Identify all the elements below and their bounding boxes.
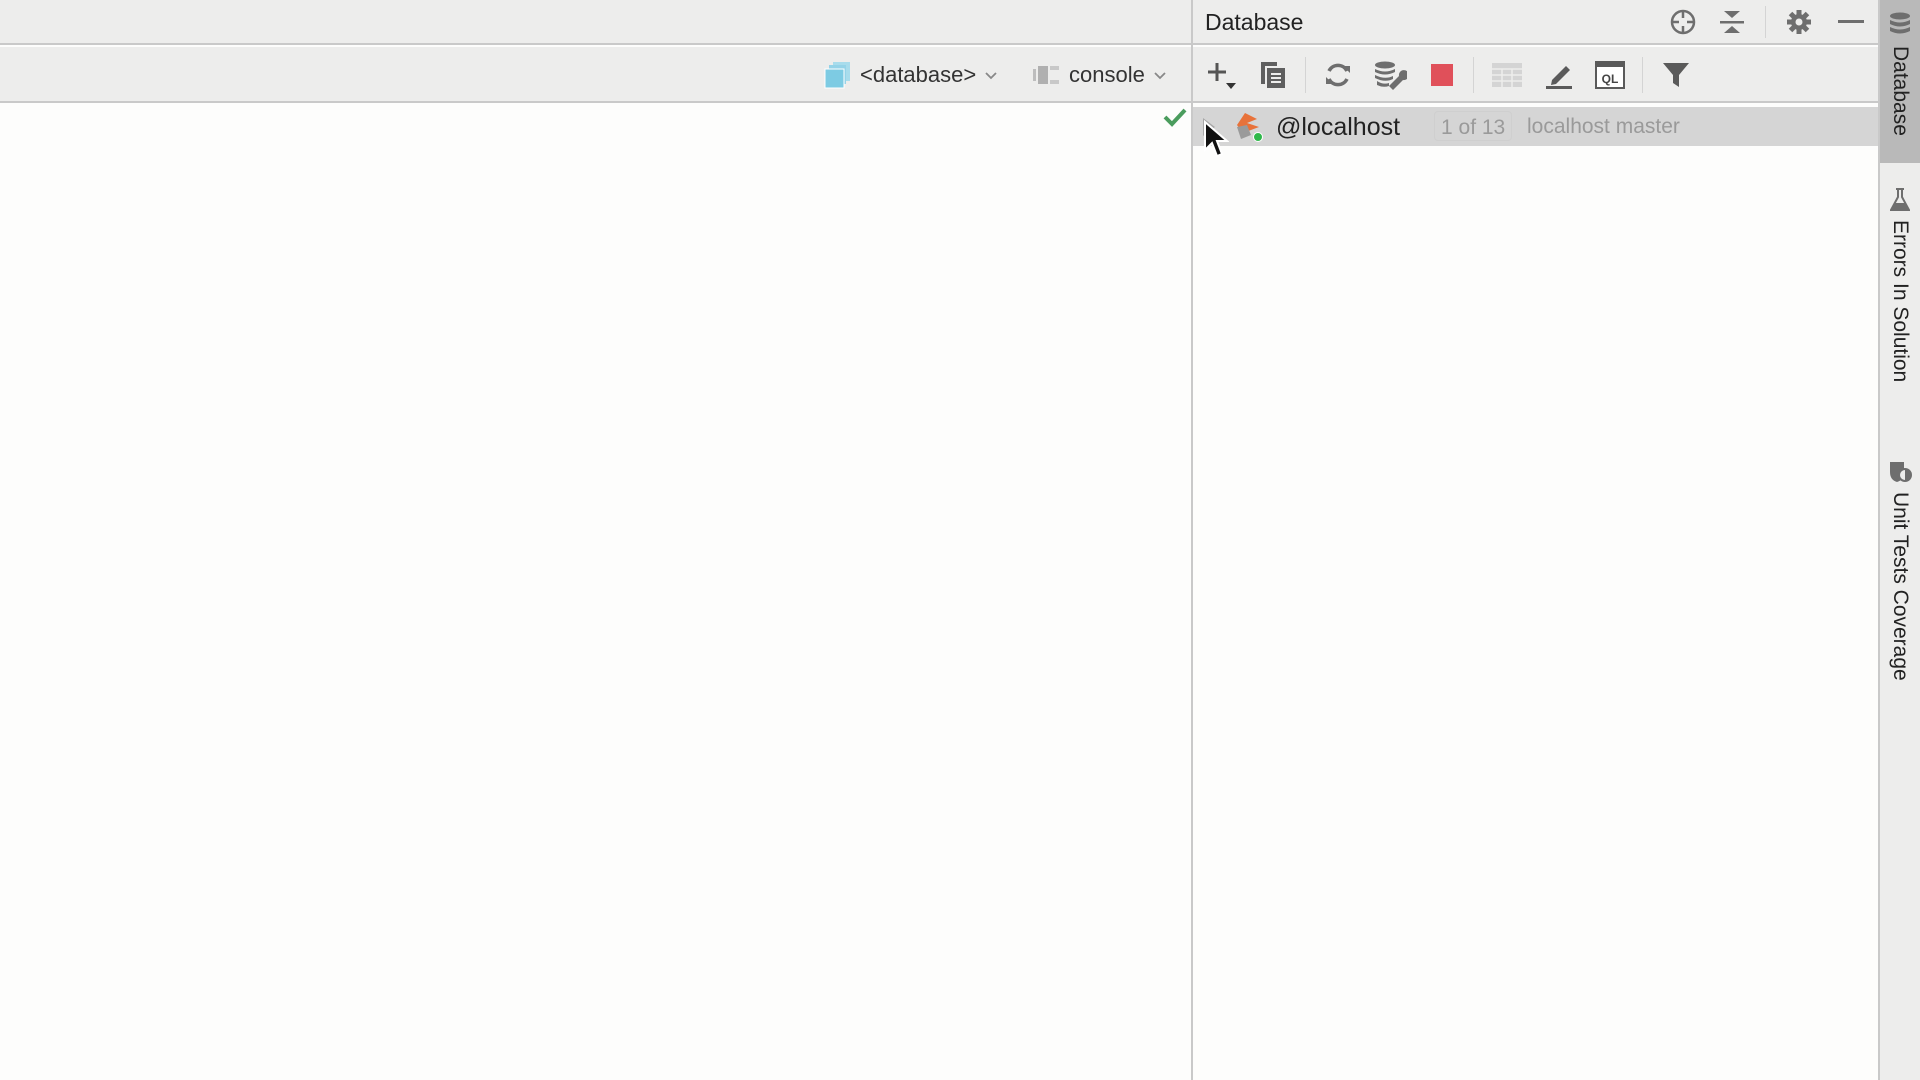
- data-source-properties-button[interactable]: [1372, 57, 1408, 93]
- locate-button[interactable]: [1667, 6, 1699, 38]
- datasource-comment: localhost master: [1527, 115, 1680, 138]
- toolbar-separator: [1305, 57, 1306, 93]
- header-separator: [1765, 6, 1766, 38]
- edit-button[interactable]: [1541, 57, 1577, 93]
- database-tree[interactable]: @localhost 1 of 13 localhost master: [1193, 105, 1878, 1080]
- console-icon: [1033, 66, 1059, 84]
- console-selector[interactable]: console: [1033, 47, 1167, 103]
- minimize-icon: [1838, 20, 1864, 23]
- db-wrench-icon: [1375, 61, 1407, 90]
- filter-icon: [1663, 63, 1689, 87]
- sql-editor[interactable]: [0, 105, 1191, 1080]
- gear-icon: [1787, 10, 1811, 34]
- collapse-all-button[interactable]: [1716, 6, 1748, 38]
- editor-toolbar: <database> console: [0, 47, 1191, 132]
- database-selector[interactable]: <database>: [824, 47, 998, 103]
- console-selector-label: console: [1069, 62, 1145, 87]
- stripe-tab-label: Errors In Solution: [1889, 220, 1912, 383]
- copy-button[interactable]: [1255, 57, 1291, 93]
- stop-icon: [1431, 64, 1453, 86]
- database-panel-header: Database: [1193, 0, 1878, 45]
- schema-count-badge: 1 of 13: [1434, 111, 1513, 141]
- expand-arrow-icon[interactable]: [1201, 117, 1217, 137]
- toolbar-separator: [1642, 57, 1643, 93]
- chevron-down-icon: [1154, 72, 1166, 80]
- chevron-down-icon: [985, 72, 997, 80]
- crosshair-icon: [1670, 9, 1696, 35]
- ql-console-icon: QL: [1595, 61, 1625, 89]
- tool-window-stripe: Database Errors In Solution Unit Tests C…: [1878, 0, 1920, 1080]
- disconnect-button[interactable]: [1424, 57, 1460, 93]
- panel-title: Database: [1205, 9, 1304, 35]
- copy-icon: [1261, 62, 1285, 88]
- stripe-tab-label: Unit Tests Coverage: [1889, 492, 1912, 681]
- datasource-name: @localhost: [1276, 113, 1401, 141]
- pencil-icon: [1546, 66, 1572, 89]
- hide-panel-button[interactable]: [1835, 6, 1867, 38]
- svg-text:QL: QL: [1602, 72, 1619, 86]
- refresh-icon: [1326, 63, 1350, 87]
- database-toolbar: QL: [1193, 47, 1878, 103]
- table-icon: [1492, 63, 1522, 87]
- plus-icon: [1208, 63, 1236, 89]
- check-icon: [1163, 108, 1187, 127]
- toolbar-separator: [1473, 57, 1474, 93]
- database-icon: [1890, 12, 1910, 34]
- stripe-tab-database[interactable]: Database: [1880, 0, 1920, 163]
- ide-window: <database> console Database QL @localhos…: [0, 0, 1920, 1080]
- settings-button[interactable]: [1783, 6, 1815, 38]
- stripe-tab-errors-in-solution[interactable]: Errors In Solution: [1880, 188, 1920, 382]
- refresh-button[interactable]: [1320, 57, 1356, 93]
- add-button[interactable]: [1204, 57, 1240, 93]
- database-selector-label: <database>: [860, 62, 977, 87]
- stripe-tab-label: Database: [1889, 46, 1912, 136]
- jump-to-console-button[interactable]: QL: [1592, 57, 1628, 93]
- editor-tab-bar: [0, 0, 1191, 45]
- coverage-shield-icon: [1890, 462, 1912, 482]
- sql-server-icon: [1237, 113, 1263, 142]
- filter-button[interactable]: [1658, 57, 1694, 93]
- stripe-tab-unit-tests-coverage[interactable]: Unit Tests Coverage: [1880, 460, 1920, 681]
- collapse-icon: [1720, 11, 1744, 33]
- database-stack-icon: [824, 62, 850, 89]
- table-editor-button[interactable]: [1489, 57, 1525, 93]
- flask-icon: [1890, 188, 1910, 211]
- tree-row-datasource[interactable]: @localhost 1 of 13 localhost master: [1193, 107, 1878, 146]
